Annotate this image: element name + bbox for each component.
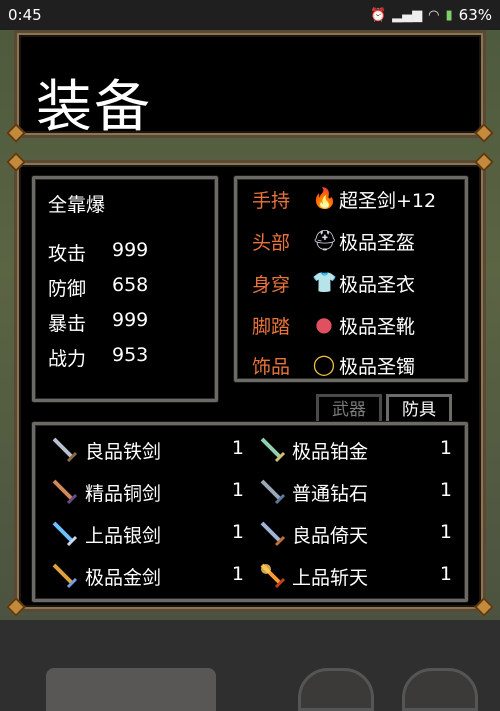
battery-icon: ▮ [445, 7, 453, 23]
sword-icon [52, 563, 78, 589]
sword-icon [52, 521, 78, 547]
sword-icon [260, 479, 286, 505]
stat-value-attack: 999 [112, 239, 149, 261]
slot-item-feet[interactable]: 极品圣靴 [339, 312, 415, 339]
alarm-icon: ⏰ [369, 7, 387, 23]
slot-item-hand[interactable]: 超圣剑+12 [339, 186, 436, 213]
bracelet-icon: ◯ [312, 352, 336, 376]
stat-label-crit: 暴击 [48, 313, 87, 335]
inventory-item-qty: 1 [231, 521, 244, 543]
wifi-icon: ◠ [428, 7, 440, 23]
slot-item-head[interactable]: 极品圣盔 [339, 228, 415, 255]
inventory-item-qty: 1 [439, 479, 452, 501]
boots-icon: ● [315, 312, 333, 336]
inventory-item-name: 上品银剑 [85, 525, 162, 547]
bottom-round-button[interactable] [402, 668, 478, 711]
signal-icon: ▂▄▆ [392, 7, 423, 23]
bottom-menu-tile[interactable] [46, 668, 216, 711]
stat-label-power: 战力 [48, 348, 87, 370]
flame-sword-icon [260, 563, 286, 589]
battery-percent: 63% [458, 6, 492, 24]
inventory-item-name: 精品铜剑 [85, 483, 162, 505]
character-name: 全靠爆 [48, 194, 106, 216]
slot-item-body[interactable]: 极品圣衣 [339, 270, 415, 297]
inventory-item-name: 良品倚天 [292, 525, 369, 547]
slot-label-accessory: 饰品 [252, 356, 291, 378]
inventory-item-qty: 1 [231, 479, 244, 501]
inventory-item-name: 上品斩天 [292, 567, 369, 589]
slot-label-feet: 脚踏 [252, 316, 291, 338]
status-bar: 0:45 ⏰ ▂▄▆ ◠ ▮ 63% [0, 0, 500, 30]
inventory-item-name: 极品金剑 [85, 567, 162, 589]
sword-icon [260, 521, 286, 547]
sword-icon [52, 479, 78, 505]
slot-label-body: 身穿 [252, 274, 291, 296]
stat-value-crit: 999 [112, 309, 149, 331]
bottom-round-button[interactable] [298, 668, 374, 711]
slot-item-accessory[interactable]: 极品圣镯 [339, 352, 415, 379]
inventory-item-qty: 1 [231, 437, 244, 459]
inventory-item-qty: 1 [439, 521, 452, 543]
slot-label-head: 头部 [252, 232, 291, 254]
stat-label-attack: 攻击 [48, 243, 87, 265]
sword-icon [52, 437, 78, 463]
page-title: 装备 [36, 75, 152, 140]
armor-icon: 👕 [312, 270, 337, 294]
stat-value-defense: 658 [112, 274, 149, 296]
flame-sword-icon: 🔥 [312, 186, 337, 210]
status-time: 0:45 [8, 6, 42, 24]
inventory-item-name: 极品铂金 [292, 441, 369, 463]
inventory-item-qty: 1 [439, 437, 452, 459]
inventory-item-name: 良品铁剑 [85, 441, 162, 463]
sword-icon [260, 437, 286, 463]
inventory-item-qty: 1 [231, 563, 244, 585]
inventory-item-qty: 1 [439, 563, 452, 585]
inventory-item-name: 普通钻石 [292, 483, 369, 505]
stat-value-power: 953 [112, 344, 149, 366]
slot-label-hand: 手持 [252, 190, 291, 212]
stat-label-defense: 防御 [48, 278, 87, 300]
helmet-icon: ⛑ [312, 228, 338, 252]
